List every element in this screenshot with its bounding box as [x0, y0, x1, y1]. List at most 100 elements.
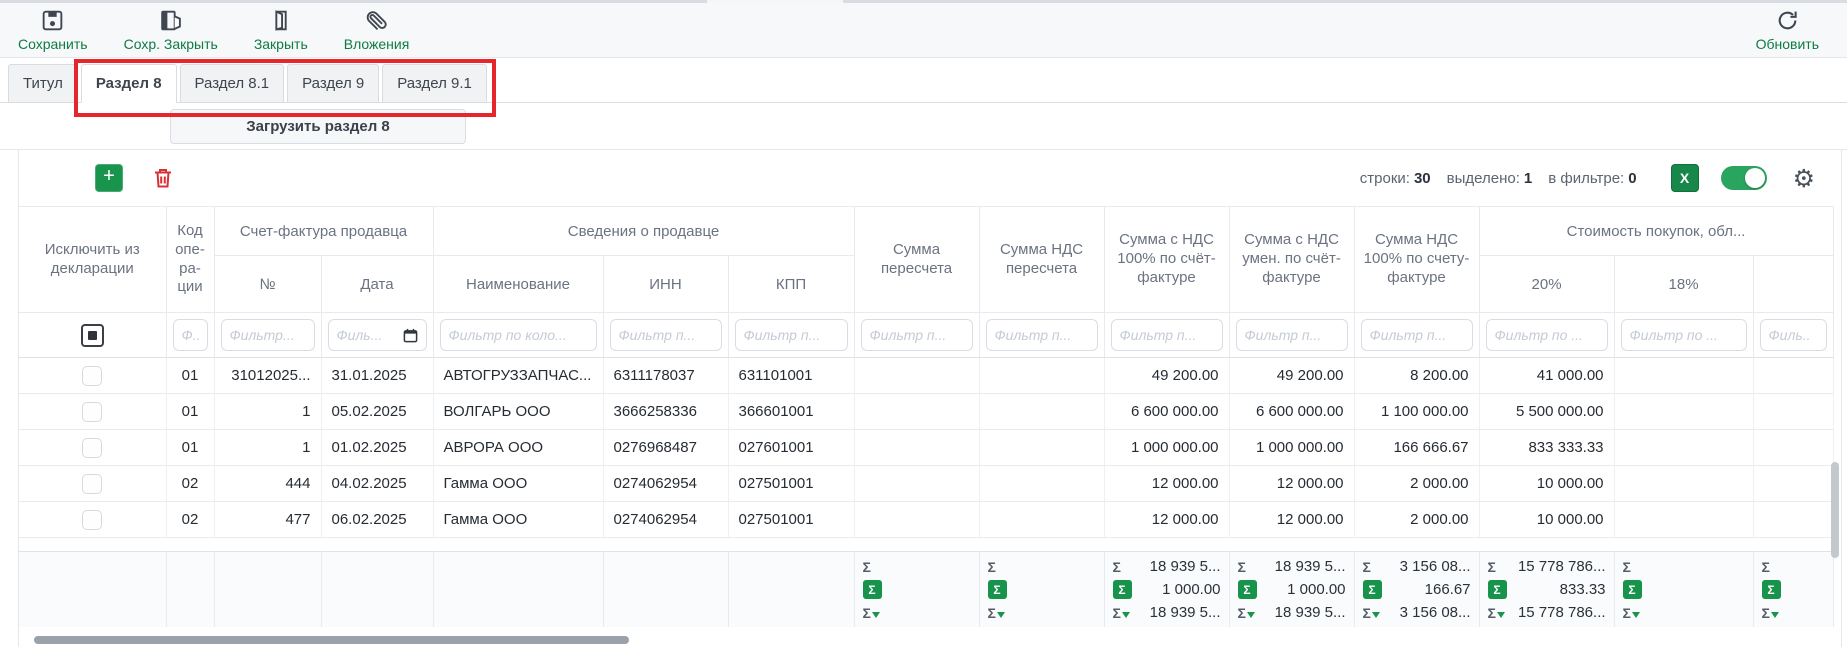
column-header-rate-extra[interactable]	[1753, 256, 1833, 313]
filter-input-sum-vat-100[interactable]	[1120, 327, 1214, 343]
cell-invoice-date[interactable]: 31.01.2025	[321, 358, 433, 394]
cell-recalc-vat[interactable]	[979, 358, 1104, 394]
cell-rate-18[interactable]	[1614, 430, 1753, 466]
cell-rate-20[interactable]: 5 500 000.00	[1479, 394, 1614, 430]
cell-recalc-sum[interactable]	[854, 358, 979, 394]
cell-kpp[interactable]: 366601001	[728, 394, 854, 430]
cell-invoice-date[interactable]: 06.02.2025	[321, 502, 433, 538]
tab-1[interactable]: Раздел 8	[81, 64, 177, 103]
tab-4[interactable]: Раздел 9.1	[382, 64, 487, 103]
cell-seller-name[interactable]: Гамма ООО	[433, 466, 603, 502]
cell-inn[interactable]: 0274062954	[603, 466, 728, 502]
cell-rate-extra[interactable]	[1753, 394, 1833, 430]
cell-sum-vat-100[interactable]: 49 200.00	[1104, 358, 1229, 394]
column-header-invoice-number[interactable]: №	[214, 256, 321, 313]
column-header-seller-name[interactable]: Наименование	[433, 256, 603, 313]
cell-rate-extra[interactable]	[1753, 502, 1833, 538]
sigma-selected-icon[interactable]: Σ	[1363, 580, 1382, 599]
row-checkbox[interactable]	[82, 366, 102, 386]
column-header-inn[interactable]: ИНН	[603, 256, 728, 313]
close-button[interactable]: Закрыть	[254, 8, 308, 52]
cell-recalc-vat[interactable]	[979, 502, 1104, 538]
save-close-button[interactable]: Сохр. Закрыть	[124, 8, 218, 52]
cell-op-code[interactable]: 01	[166, 430, 214, 466]
cell-rate-20[interactable]: 10 000.00	[1479, 466, 1614, 502]
filter-input-vat-sum-100[interactable]	[1370, 327, 1464, 343]
cell-sum-vat-100[interactable]: 12 000.00	[1104, 466, 1229, 502]
add-row-button[interactable]: +	[95, 164, 123, 192]
row-checkbox[interactable]	[82, 510, 102, 530]
cell-recalc-vat[interactable]	[979, 394, 1104, 430]
cell-kpp[interactable]: 631101001	[728, 358, 854, 394]
column-header-sum-vat-reduced[interactable]: Сумма с НДС умен. по счёт-фактуре	[1229, 207, 1354, 313]
gear-icon[interactable]: ⚙	[1793, 166, 1815, 191]
sigma-selected-icon[interactable]: Σ	[1762, 580, 1781, 599]
cell-recalc-vat[interactable]	[979, 430, 1104, 466]
cell-invoice-number[interactable]: 444	[214, 466, 321, 502]
cell-vat-sum-100[interactable]: 2 000.00	[1354, 466, 1479, 502]
cell-inn[interactable]: 0276968487	[603, 430, 728, 466]
filter-input-kpp[interactable]	[744, 327, 839, 343]
sigma-selected-icon[interactable]: Σ	[1623, 580, 1642, 599]
cell-kpp[interactable]: 027601001	[728, 430, 854, 466]
cell-op-code[interactable]: 01	[166, 358, 214, 394]
column-header-recalc-vat[interactable]: Сумма НДС пересчета	[979, 207, 1104, 313]
top-scrollbar-thumb[interactable]	[707, 0, 843, 3]
cell-invoice-number[interactable]: 31012025...	[214, 358, 321, 394]
cell-op-code[interactable]: 01	[166, 394, 214, 430]
filter-input-invoice-number[interactable]	[230, 327, 306, 343]
excel-export-button[interactable]: X	[1671, 164, 1699, 192]
column-header-sum-vat-100[interactable]: Сумма с НДС 100% по счёт-фактуре	[1104, 207, 1229, 313]
cell-invoice-number[interactable]: 1	[214, 430, 321, 466]
cell-sum-vat-100[interactable]: 6 600 000.00	[1104, 394, 1229, 430]
tab-0[interactable]: Титул	[8, 64, 78, 103]
cell-recalc-sum[interactable]	[854, 430, 979, 466]
cell-op-code[interactable]: 02	[166, 502, 214, 538]
cell-inn[interactable]: 0274062954	[603, 502, 728, 538]
cell-recalc-sum[interactable]	[854, 466, 979, 502]
column-header-kpp[interactable]: КПП	[728, 256, 854, 313]
cell-inn[interactable]: 6311178037	[603, 358, 728, 394]
cell-rate-18[interactable]	[1614, 394, 1753, 430]
cell-sum-vat-reduced[interactable]: 6 600 000.00	[1229, 394, 1354, 430]
sigma-selected-icon[interactable]: Σ	[1113, 580, 1132, 599]
load-section-button[interactable]: Загрузить раздел 8	[170, 109, 466, 144]
cell-rate-20[interactable]: 10 000.00	[1479, 502, 1614, 538]
cell-sum-vat-reduced[interactable]: 12 000.00	[1229, 466, 1354, 502]
cell-recalc-sum[interactable]	[854, 502, 979, 538]
cell-rate-18[interactable]	[1614, 502, 1753, 538]
sigma-selected-icon[interactable]: Σ	[1238, 580, 1257, 599]
cell-vat-sum-100[interactable]: 1 100 000.00	[1354, 394, 1479, 430]
sigma-selected-icon[interactable]: Σ	[863, 580, 882, 599]
filter-input-op-code[interactable]	[182, 327, 199, 343]
cell-sum-vat-reduced[interactable]: 12 000.00	[1229, 502, 1354, 538]
column-header-recalc-sum[interactable]: Сумма пересчета	[854, 207, 979, 313]
filter-input-rate-extra[interactable]	[1769, 327, 1818, 343]
filter-input-seller-name[interactable]	[449, 327, 588, 343]
filter-input-sum-vat-reduced[interactable]	[1245, 327, 1339, 343]
cell-sum-vat-100[interactable]: 12 000.00	[1104, 502, 1229, 538]
cell-seller-name[interactable]: ВОЛГАРЬ ООО	[433, 394, 603, 430]
exclude-all-checkbox[interactable]	[81, 324, 104, 347]
sigma-selected-icon[interactable]: Σ	[1488, 580, 1507, 599]
cell-recalc-vat[interactable]	[979, 466, 1104, 502]
column-header-rate-18[interactable]: 18%	[1614, 256, 1753, 313]
column-header-rate-20[interactable]: 20%	[1479, 256, 1614, 313]
vertical-scrollbar-thumb[interactable]	[1831, 462, 1839, 558]
cell-rate-extra[interactable]	[1753, 358, 1833, 394]
cell-kpp[interactable]: 027501001	[728, 502, 854, 538]
column-header-op-code[interactable]: Код опе-ра-ции	[166, 207, 214, 313]
row-checkbox[interactable]	[82, 438, 102, 458]
cell-vat-sum-100[interactable]: 2 000.00	[1354, 502, 1479, 538]
column-header-exclude[interactable]: Исключить из декларации	[19, 207, 166, 313]
tab-2[interactable]: Раздел 8.1	[180, 64, 285, 103]
cell-invoice-number[interactable]: 477	[214, 502, 321, 538]
cell-rate-18[interactable]	[1614, 358, 1753, 394]
cell-sum-vat-100[interactable]: 1 000 000.00	[1104, 430, 1229, 466]
save-button[interactable]: Сохранить	[18, 8, 88, 52]
column-header-vat-sum-100[interactable]: Сумма НДС 100% по счету-фактуре	[1354, 207, 1479, 313]
tab-3[interactable]: Раздел 9	[287, 64, 379, 103]
calendar-icon[interactable]	[403, 328, 418, 343]
filter-input-inn[interactable]	[619, 327, 713, 343]
cell-kpp[interactable]: 027501001	[728, 466, 854, 502]
